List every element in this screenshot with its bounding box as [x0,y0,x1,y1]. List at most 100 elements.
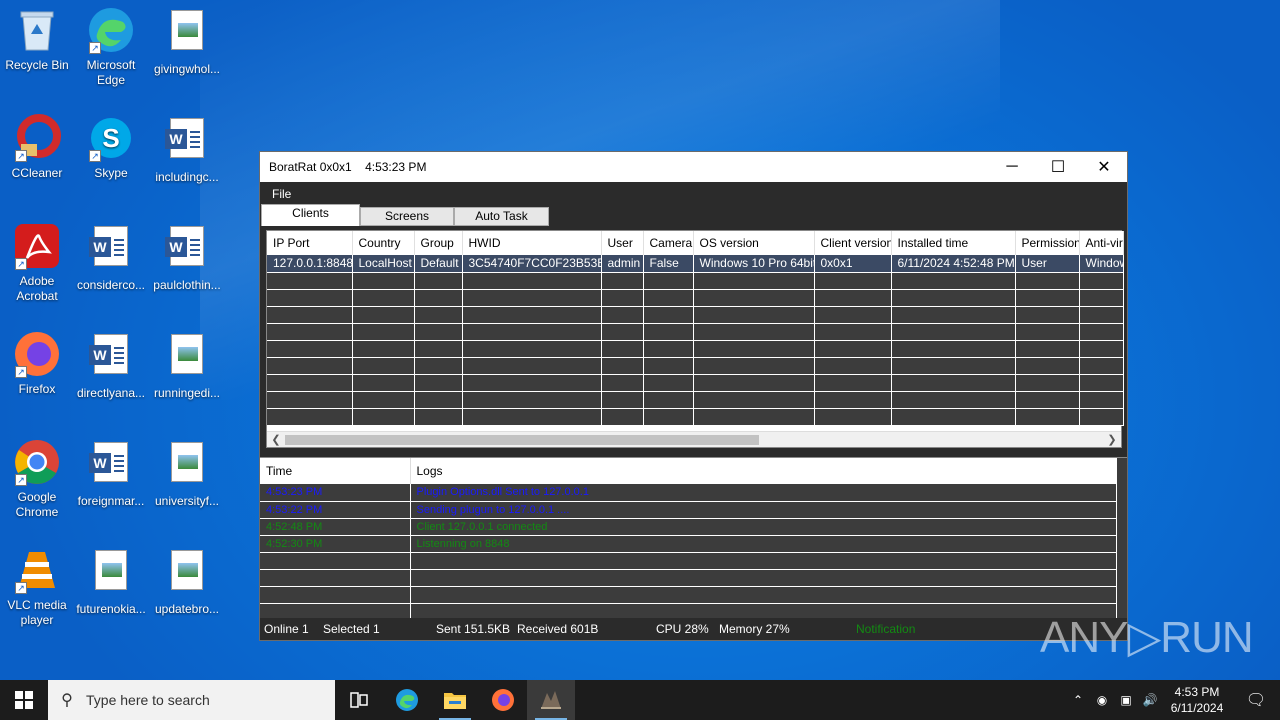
desktop-icon-adobe-acrobat[interactable]: ↗ Adobe Acrobat [0,222,74,304]
empty-cell [352,391,415,409]
column-header[interactable]: Installed time [891,231,1016,255]
image-file-icon [163,442,211,490]
column-header[interactable]: Client version [814,231,892,255]
task-view-button[interactable] [335,680,383,720]
empty-cell [891,340,1016,358]
empty-cell [267,340,353,358]
minimize-button[interactable]: ─ [989,152,1035,182]
notification-center-icon[interactable]: 🗨 [1232,690,1280,710]
recycle-bin-icon [13,6,61,54]
desktop-icon-directlyana[interactable]: Wdirectlyana... [74,330,148,401]
desktop-icon-paulclothin[interactable]: Wpaulclothin... [150,222,224,293]
desktop-icon-futurenokia[interactable]: futurenokia... [74,546,148,617]
meet-now-icon[interactable]: ◉ [1090,693,1114,707]
close-button[interactable]: ✕ [1081,152,1127,182]
log-row[interactable]: 4:53:23 PM Plugin Options.dll Sent to 127… [260,484,1117,502]
desktop-icon-vlc-media-player[interactable]: ↗ VLC media player [0,546,74,628]
anyrun-watermark: ANY▷RUN [1040,613,1254,662]
logs-listview[interactable]: Time Logs 4:53:23 PM Plugin Options.dll Se… [260,457,1127,621]
client-cell: Windows 10 Pro 64bit [693,255,815,273]
desktop-icon-updatebro[interactable]: updatebro... [150,546,224,617]
client-cell: Window [1079,255,1124,273]
empty-cell [410,586,1117,604]
word-document-icon: W [87,334,135,382]
client-cell: User [1015,255,1080,273]
desktop-icon-label: VLC media player [7,598,67,627]
empty-cell [414,391,463,409]
empty-cell [1015,289,1080,307]
clients-listview[interactable]: IP Port Country Group HWID User Camera OS vers… [266,230,1124,448]
horizontal-scrollbar[interactable]: ❮ ❯ [267,431,1121,447]
column-header[interactable]: User [601,231,644,255]
client-cell: 0x0x1 [814,255,892,273]
client-row[interactable]: 127.0.0.1:8848 LocalHost Default 3C54740F7C… [267,255,1124,273]
desktop-icon-label: includingc... [155,170,219,184]
desktop-icon-ccleaner[interactable]: ↗ CCleaner [0,114,74,181]
desktop-icon-universityf[interactable]: universityf... [150,438,224,509]
start-button[interactable] [0,680,48,720]
empty-cell [693,306,815,324]
empty-cell [601,374,644,392]
search-box[interactable]: ⚲ Type here to search [48,680,335,720]
taskbar-firefox[interactable] [479,680,527,720]
empty-cell [1015,306,1080,324]
menu-file[interactable]: File [272,187,291,201]
desktop-icon-label: CCleaner [11,166,63,180]
log-column-header[interactable]: Time [260,458,411,484]
word-document-icon: W [87,442,135,490]
desktop-icon-runningedi[interactable]: runningedi... [150,330,224,401]
scroll-left-icon[interactable]: ❮ [268,432,284,448]
desktop-icon-recycle-bin[interactable]: Recycle Bin [0,6,74,73]
status-notification[interactable]: Notification [856,622,915,636]
desktop-icon-includingc[interactable]: Wincludingc... [150,114,224,185]
empty-cell [414,272,463,290]
empty-cell [462,391,602,409]
desktop-icon-considerco[interactable]: Wconsiderco... [74,222,148,293]
desktop-icon-microsoft-edge[interactable]: ↗ Microsoft Edge [74,6,148,88]
desktop-icon-label: Skype [94,166,128,180]
empty-log-row [260,569,1117,587]
chevron-up-icon[interactable]: ⌃ [1066,693,1090,707]
empty-cell [601,323,644,341]
scroll-right-icon[interactable]: ❯ [1104,432,1120,448]
column-header[interactable]: OS version [693,231,815,255]
scrollbar-thumb[interactable] [285,435,759,445]
status-online: Online 1 [264,622,309,636]
empty-cell [814,340,892,358]
boratrat-window[interactable]: BoratRat 0x0x1 4:53:23 PM ─ ☐ ✕ File Cli… [259,151,1128,641]
log-row[interactable]: 4:52:48 PM Client 127.0.0.1 connected [260,518,1117,536]
clock[interactable]: 4:53 PM 6/11/2024 [1162,684,1232,716]
taskbar-boratrat[interactable] [527,680,575,720]
volume-icon[interactable]: 🔊 [1138,693,1162,707]
desktop-icon-firefox[interactable]: ↗ Firefox [0,330,74,397]
column-header[interactable]: IP Port [267,231,353,255]
empty-cell [352,408,415,426]
column-header[interactable]: Country [352,231,415,255]
empty-cell [814,289,892,307]
status-bar: Online 1 Selected 1 Sent 151.5KB Receive… [260,618,1127,640]
network-icon[interactable]: ▣ [1114,693,1138,707]
column-header[interactable]: Group [414,231,463,255]
empty-cell [643,306,694,324]
empty-cell [267,306,353,324]
empty-row [267,289,1124,307]
system-tray: ⌃ ◉ ▣ 🔊 4:53 PM 6/11/2024 🗨 [1066,680,1280,720]
column-header[interactable]: Camera [643,231,694,255]
log-row[interactable]: 4:52:30 PM Listenning on 8848 [260,535,1117,553]
maximize-button[interactable]: ☐ [1035,152,1081,182]
log-column-header[interactable]: Logs [410,458,1117,484]
tab-screens[interactable]: Screens [360,207,454,226]
column-header[interactable]: Permission [1015,231,1080,255]
title-bar[interactable]: BoratRat 0x0x1 4:53:23 PM ─ ☐ ✕ [260,152,1127,182]
log-row[interactable]: 4:53:22 PM Sending plugun to 127.0.0.1 ..… [260,501,1117,519]
column-header[interactable]: Anti-viru [1079,231,1124,255]
desktop-icon-foreignmar[interactable]: Wforeignmar... [74,438,148,509]
column-header[interactable]: HWID [462,231,602,255]
taskbar-edge[interactable] [383,680,431,720]
desktop-icon-google-chrome[interactable]: ↗ Google Chrome [0,438,74,520]
desktop-icon-givingwhol[interactable]: givingwhol... [150,6,224,77]
tab-auto-task[interactable]: Auto Task [454,207,549,226]
tab-clients[interactable]: Clients [261,204,360,226]
taskbar-file-explorer[interactable] [431,680,479,720]
desktop-icon-skype[interactable]: S ↗ Skype [74,114,148,181]
